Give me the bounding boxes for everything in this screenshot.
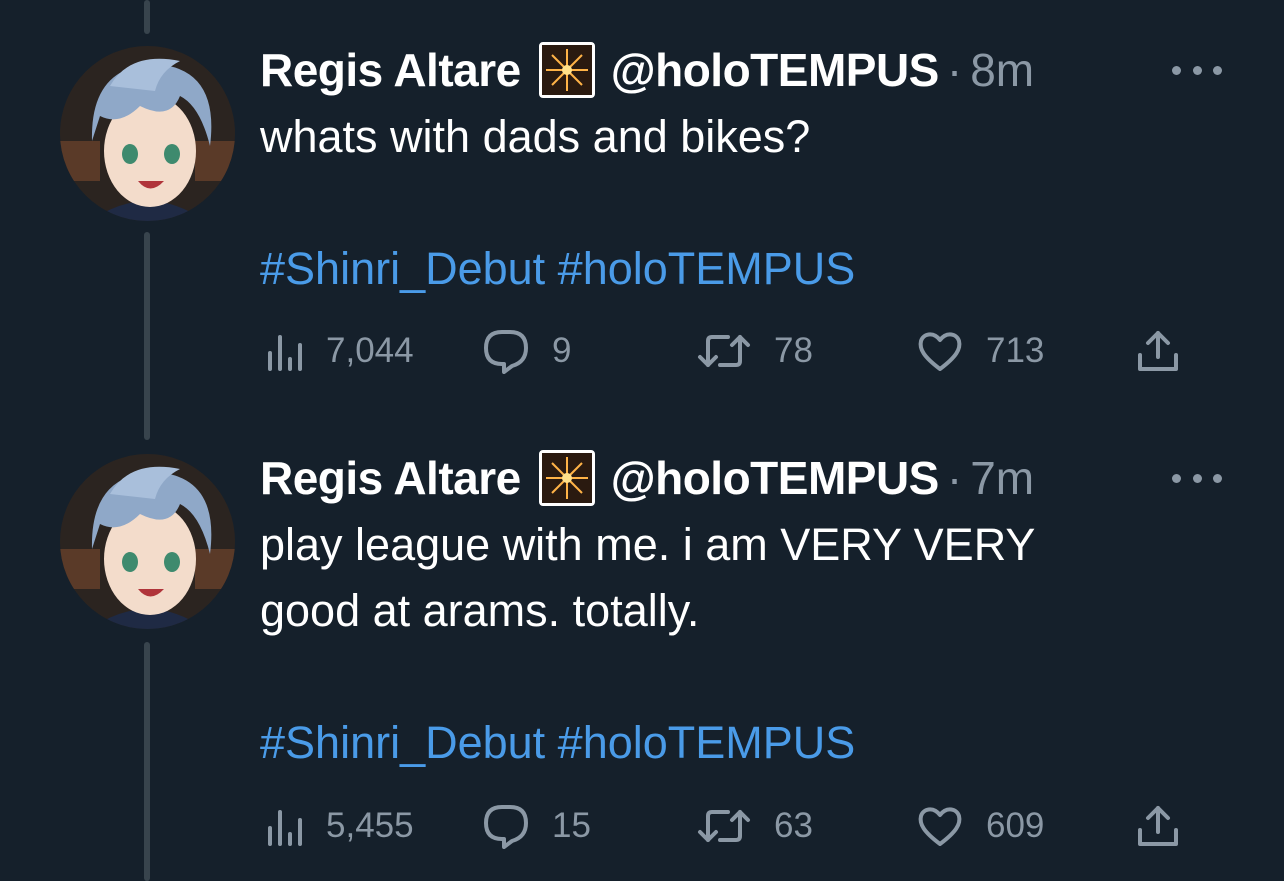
more-icon[interactable] [1172,468,1222,488]
display-name[interactable]: Regis Altare [260,40,521,100]
user-handle[interactable]: @holoTEMPUS [611,448,940,508]
tweet-1[interactable]: Regis Altare @holoTEMPUS · 8m whats with… [0,0,1284,420]
tweet-actions: 7,044 9 78 713 [260,326,1220,376]
reply-icon [484,330,528,374]
tweet-header: Regis Altare @holoTEMPUS · 8m [260,40,1034,100]
tweet-text: whats with dads and bikes? [260,104,1240,170]
reply-count: 9 [552,331,572,370]
more-icon[interactable] [1172,60,1222,80]
avatar[interactable] [60,46,235,221]
views-count: 5,455 [326,806,414,845]
display-name[interactable]: Regis Altare [260,448,521,508]
timestamp[interactable]: 7m [970,448,1034,508]
analytics-icon [268,810,302,846]
reply-button[interactable]: 9 [482,326,571,376]
hashtags[interactable]: #Shinri_Debut #holoTEMPUS [260,713,855,773]
analytics-icon [268,335,302,371]
reply-button[interactable]: 15 [482,801,591,851]
tweet-text-line: good at arams. totally. [260,585,700,636]
views-button[interactable]: 5,455 [266,801,414,851]
fireworks-emoji-icon [538,450,595,506]
tweet-header: Regis Altare @holoTEMPUS · 7m [260,448,1034,508]
share-button[interactable] [1136,326,1180,376]
share-icon [1138,331,1178,371]
fireworks-emoji-icon [538,42,595,98]
timestamp[interactable]: 8m [970,40,1034,100]
like-count: 609 [986,806,1045,845]
tweet-text-line: whats with dads and bikes? [260,111,811,162]
tweet-2[interactable]: Regis Altare @holoTEMPUS · 7m play leagu… [0,420,1284,881]
like-button[interactable]: 609 [916,801,1044,851]
like-button[interactable]: 713 [916,326,1044,376]
share-icon [1138,806,1178,846]
avatar[interactable] [60,454,235,629]
separator-dot: · [946,452,963,504]
heart-icon [918,332,962,371]
reply-icon [484,805,528,849]
retweet-count: 78 [774,331,813,370]
heart-icon [918,807,962,846]
views-button[interactable]: 7,044 [266,326,414,376]
tweet-text-line: play league with me. i am VERY VERY [260,519,1036,570]
tweet-text: play league with me. i am VERY VERY good… [260,512,1240,644]
retweet-count: 63 [774,806,813,845]
separator-dot: · [946,44,963,96]
hashtags[interactable]: #Shinri_Debut #holoTEMPUS [260,239,855,299]
share-button[interactable] [1136,801,1180,851]
retweet-button[interactable]: 78 [696,326,813,376]
retweet-button[interactable]: 63 [696,801,813,851]
reply-count: 15 [552,806,591,845]
like-count: 713 [986,331,1045,370]
retweet-icon [698,810,750,842]
tweet-actions: 5,455 15 63 609 [260,801,1220,851]
user-handle[interactable]: @holoTEMPUS [611,40,940,100]
views-count: 7,044 [326,331,414,370]
retweet-icon [698,335,750,367]
